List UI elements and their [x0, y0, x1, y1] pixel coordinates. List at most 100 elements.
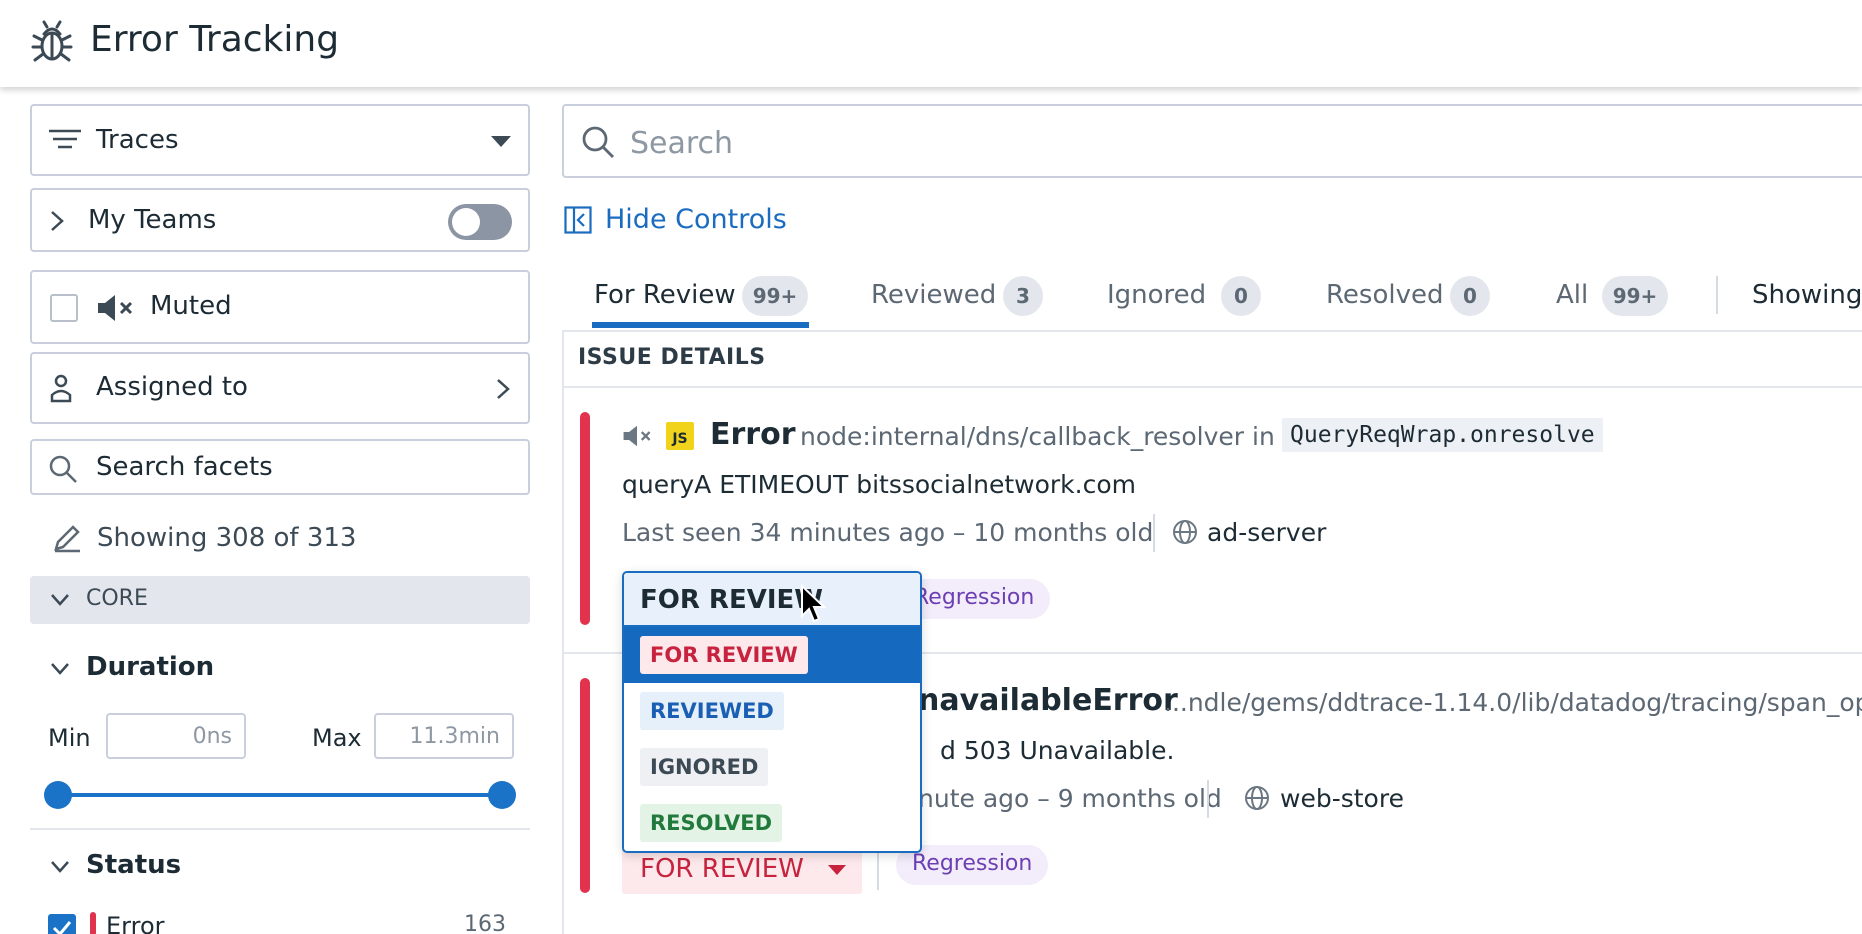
collapse-panel-icon	[564, 206, 592, 234]
issue-details-header: ISSUE DETAILS	[578, 345, 766, 370]
duration-max-label: Max	[312, 724, 362, 752]
tab-label: All	[1556, 280, 1589, 310]
edit-pencil-icon	[54, 525, 80, 553]
chevron-down-icon	[51, 861, 69, 873]
speaker-muted-icon	[98, 295, 133, 321]
globe-icon	[1173, 520, 1197, 544]
issue-in-label: in	[1252, 422, 1275, 451]
muted-checkbox[interactable]	[50, 294, 78, 322]
status-error-label: Error	[106, 912, 165, 934]
status-dropdown-current[interactable]: FOR REVIEW	[624, 573, 920, 627]
bug-icon	[31, 20, 73, 62]
showing-label: Showing	[1752, 280, 1862, 310]
facet-count-text: Showing 308 of 313	[97, 523, 357, 553]
search-icon	[582, 126, 614, 158]
status-option-for-review[interactable]: FOR REVIEW	[624, 627, 920, 683]
sidebar-divider	[30, 828, 530, 830]
status-error-checkbox[interactable]	[48, 914, 76, 934]
status-pill: RESOLVED	[640, 804, 783, 842]
tab-label: Ignored	[1107, 280, 1207, 310]
issue-path: node:internal/dns/callback_resolver	[800, 422, 1245, 451]
tab-count: 0	[1221, 276, 1261, 316]
status-option-ignored[interactable]: IGNORED	[624, 739, 920, 795]
duration-min-input[interactable]: 0ns	[106, 713, 246, 759]
duration-min-handle[interactable]	[44, 781, 72, 809]
status-error-count: 163	[464, 912, 506, 934]
issue-service[interactable]: web-store	[1280, 784, 1404, 813]
source-select[interactable]: Traces	[30, 104, 530, 176]
issue-service[interactable]: ad-server	[1207, 518, 1326, 547]
globe-icon	[1245, 786, 1269, 810]
tab-separator	[1716, 276, 1718, 314]
issue-status-label: FOR REVIEW	[640, 854, 804, 884]
checkmark-icon	[52, 921, 72, 934]
my-teams-toggle[interactable]	[448, 204, 512, 240]
issue-function: QueryReqWrap.onresolve	[1282, 418, 1603, 452]
my-teams-row[interactable]: My Teams	[30, 188, 530, 252]
status-pill: REVIEWED	[640, 692, 784, 730]
muted-filter[interactable]: Muted	[30, 270, 530, 344]
hide-controls-label: Hide Controls	[605, 204, 787, 235]
search-placeholder: Search	[630, 126, 734, 161]
list-header-divider	[562, 386, 1862, 388]
status-dropdown-menu: FOR REVIEW FOR REVIEW REVIEWED IGNORED R…	[622, 571, 922, 853]
chevron-right-icon	[51, 211, 64, 231]
toggle-knob	[452, 208, 480, 236]
chevron-down-icon	[51, 663, 69, 675]
speaker-muted-icon	[623, 425, 651, 447]
page-title: Error Tracking	[90, 19, 340, 60]
status-pill: FOR REVIEW	[640, 636, 808, 674]
issue-meta: nute ago – 9 months old	[918, 784, 1222, 813]
tab-count: 99+	[1602, 276, 1668, 316]
source-select-value: Traces	[96, 125, 179, 155]
duration-max-input[interactable]: 11.3min	[374, 713, 514, 759]
issue-title[interactable]: navailableError	[918, 683, 1178, 718]
status-option-resolved[interactable]: RESOLVED	[624, 795, 920, 851]
meta-separator	[1207, 780, 1209, 818]
duration-facet-title[interactable]: Duration	[86, 652, 214, 682]
javascript-icon: JS	[666, 422, 694, 450]
tab-count: 3	[1003, 276, 1043, 316]
status-dropdown-current-label: FOR REVIEW	[640, 585, 823, 615]
issue-path: ...ndle/gems/ddtrace-1.14.0/lib/datadog/…	[1164, 688, 1862, 717]
issue-message: d 503 Unavailable.	[940, 736, 1175, 765]
issue-search-input[interactable]: Search	[562, 104, 1862, 178]
my-teams-label: My Teams	[88, 205, 217, 235]
user-icon	[50, 374, 72, 403]
duration-max-handle[interactable]	[488, 781, 516, 809]
issue-meta: Last seen 34 minutes ago – 10 months old	[622, 518, 1154, 547]
muted-label: Muted	[150, 291, 232, 321]
assigned-to-label: Assigned to	[96, 372, 248, 402]
search-icon	[49, 455, 77, 483]
mouse-cursor-icon	[801, 584, 827, 623]
filter-list-icon	[49, 129, 81, 149]
core-section-label: CORE	[86, 586, 148, 611]
chevron-down-icon	[51, 594, 69, 606]
status-pill: IGNORED	[640, 748, 769, 786]
tab-count: 99+	[742, 276, 808, 316]
tab-label: For Review	[594, 280, 736, 310]
tab-count: 0	[1450, 276, 1490, 316]
core-section-header[interactable]: CORE	[30, 576, 530, 624]
issue-title[interactable]: Error	[710, 417, 796, 452]
caret-down-icon	[828, 865, 846, 875]
issue-severity-bar	[580, 678, 590, 893]
app-header: Error Tracking	[0, 0, 1862, 87]
issue-message: queryA ETIMEOUT bitssocialnetwork.com	[622, 470, 1137, 499]
issue-status-dropdown[interactable]: FOR REVIEW	[622, 846, 862, 894]
chevron-right-icon	[497, 379, 510, 399]
status-facet-title[interactable]: Status	[86, 850, 181, 880]
duration-min-label: Min	[48, 724, 91, 752]
tag-separator	[877, 852, 879, 890]
duration-range-track	[56, 793, 502, 797]
active-tab-indicator	[592, 322, 809, 328]
issue-severity-bar	[580, 412, 590, 625]
status-option-reviewed[interactable]: REVIEWED	[624, 683, 920, 739]
tab-label: Resolved	[1326, 280, 1444, 310]
assigned-to-filter[interactable]: Assigned to	[30, 352, 530, 424]
meta-separator	[1153, 514, 1155, 552]
facet-search-placeholder: Search facets	[96, 452, 273, 482]
error-color-swatch	[90, 912, 96, 934]
tab-label: Reviewed	[871, 280, 997, 310]
facet-search-input[interactable]: Search facets	[30, 439, 530, 495]
